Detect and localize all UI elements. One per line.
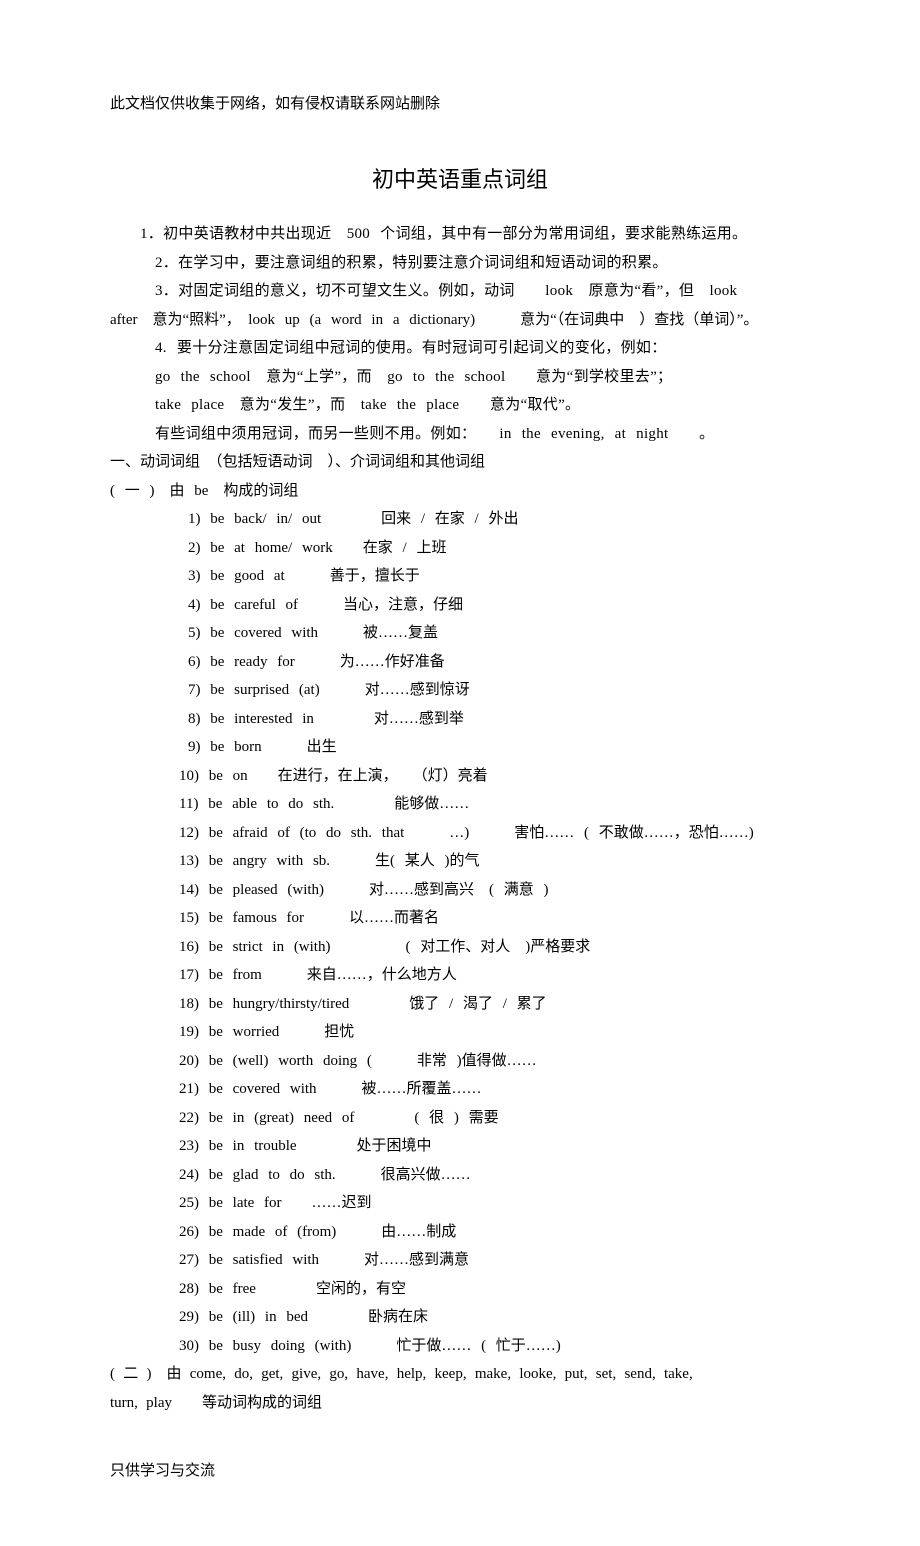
intro-line-3: 3．对固定词组的意义，切不可望文生义。例如，动词 look 原意为“看”，但 l… (110, 277, 810, 306)
intro-line-5: go the school 意为“上学”，而 go to the school … (110, 363, 810, 392)
document-title: 初中英语重点词组 (110, 159, 810, 201)
be-item-30: 30) be busy doing (with) 忙于做…… ( 忙于……) (110, 1332, 810, 1361)
section-1-sub: ( 一 ) 由 be 构成的词组 (110, 477, 810, 506)
be-item-5: 5) be covered with 被……复盖 (110, 619, 810, 648)
intro-line-1: 1．初中英语教材中共出现近 500 个词组，其中有一部分为常用词组，要求能熟练运… (110, 220, 810, 249)
be-item-23: 23) be in trouble 处于困境中 (110, 1132, 810, 1161)
be-item-11: 11) be able to do sth. 能够做…… (110, 790, 810, 819)
be-item-2: 2) be at home/ work 在家 / 上班 (110, 534, 810, 563)
intro-line-after: after 意为“照料”， look up (a word in a dicti… (110, 306, 810, 335)
be-item-22: 22) be in (great) need of ( 很 ) 需要 (110, 1104, 810, 1133)
be-item-21: 21) be covered with 被……所覆盖…… (110, 1075, 810, 1104)
footer-note: 只供学习与交流 (110, 1457, 810, 1486)
intro-line-4: 4. 要十分注意固定词组中冠词的使用。有时冠词可引起词义的变化，例如： (110, 334, 810, 363)
header-disclaimer: 此文档仅供收集于网络，如有侵权请联系网站删除 (110, 90, 810, 119)
be-item-1: 1) be back/ in/ out 回来 / 在家 / 外出 (110, 505, 810, 534)
be-item-26: 26) be made of (from) 由……制成 (110, 1218, 810, 1247)
be-item-28: 28) be free 空闲的，有空 (110, 1275, 810, 1304)
intro-line-6: take place 意为“发生”，而 take the place 意为“取代… (110, 391, 810, 420)
intro-line-7: 有些词组中须用冠词，而另一些则不用。例如： in the evening, at… (110, 420, 810, 449)
be-item-6: 6) be ready for 为……作好准备 (110, 648, 810, 677)
be-item-4: 4) be careful of 当心，注意，仔细 (110, 591, 810, 620)
be-item-3: 3) be good at 善于，擅长于 (110, 562, 810, 591)
be-item-15: 15) be famous for 以……而著名 (110, 904, 810, 933)
be-item-7: 7) be surprised (at) 对……感到惊讶 (110, 676, 810, 705)
be-item-29: 29) be (ill) in bed 卧病在床 (110, 1303, 810, 1332)
be-item-13: 13) be angry with sb. 生( 某人 )的气 (110, 847, 810, 876)
be-item-12: 12) be afraid of (to do sth. that …) 害怕…… (110, 819, 810, 848)
be-item-18: 18) be hungry/thirsty/tired 饿了 / 渴了 / 累了 (110, 990, 810, 1019)
section-2-line-a: ( 二 ) 由 come, do, get, give, go, have, h… (110, 1360, 810, 1389)
be-item-25: 25) be late for ……迟到 (110, 1189, 810, 1218)
be-item-24: 24) be glad to do sth. 很高兴做…… (110, 1161, 810, 1190)
section-1-title: 一、动词词组 （包括短语动词 ）、介词词组和其他词组 (110, 448, 810, 477)
section-2-line-b: turn, play 等动词构成的词组 (110, 1389, 810, 1418)
be-item-8: 8) be interested in 对……感到举 (110, 705, 810, 734)
be-item-27: 27) be satisfied with 对……感到满意 (110, 1246, 810, 1275)
be-item-10: 10) be on 在进行，在上演， （灯）亮着 (110, 762, 810, 791)
be-item-19: 19) be worried 担忧 (110, 1018, 810, 1047)
be-item-16: 16) be strict in (with) ( 对工作、对人 )严格要求 (110, 933, 810, 962)
be-item-20: 20) be (well) worth doing ( 非常 )值得做…… (110, 1047, 810, 1076)
be-item-9: 9) be born 出生 (110, 733, 810, 762)
be-item-17: 17) be from 来自……，什么地方人 (110, 961, 810, 990)
be-item-14: 14) be pleased (with) 对……感到高兴 ( 满意 ) (110, 876, 810, 905)
intro-line-2: 2．在学习中，要注意词组的积累，特别要注意介词词组和短语动词的积累。 (110, 249, 810, 278)
document-page: 此文档仅供收集于网络，如有侵权请联系网站删除 初中英语重点词组 1．初中英语教材… (0, 0, 920, 1546)
